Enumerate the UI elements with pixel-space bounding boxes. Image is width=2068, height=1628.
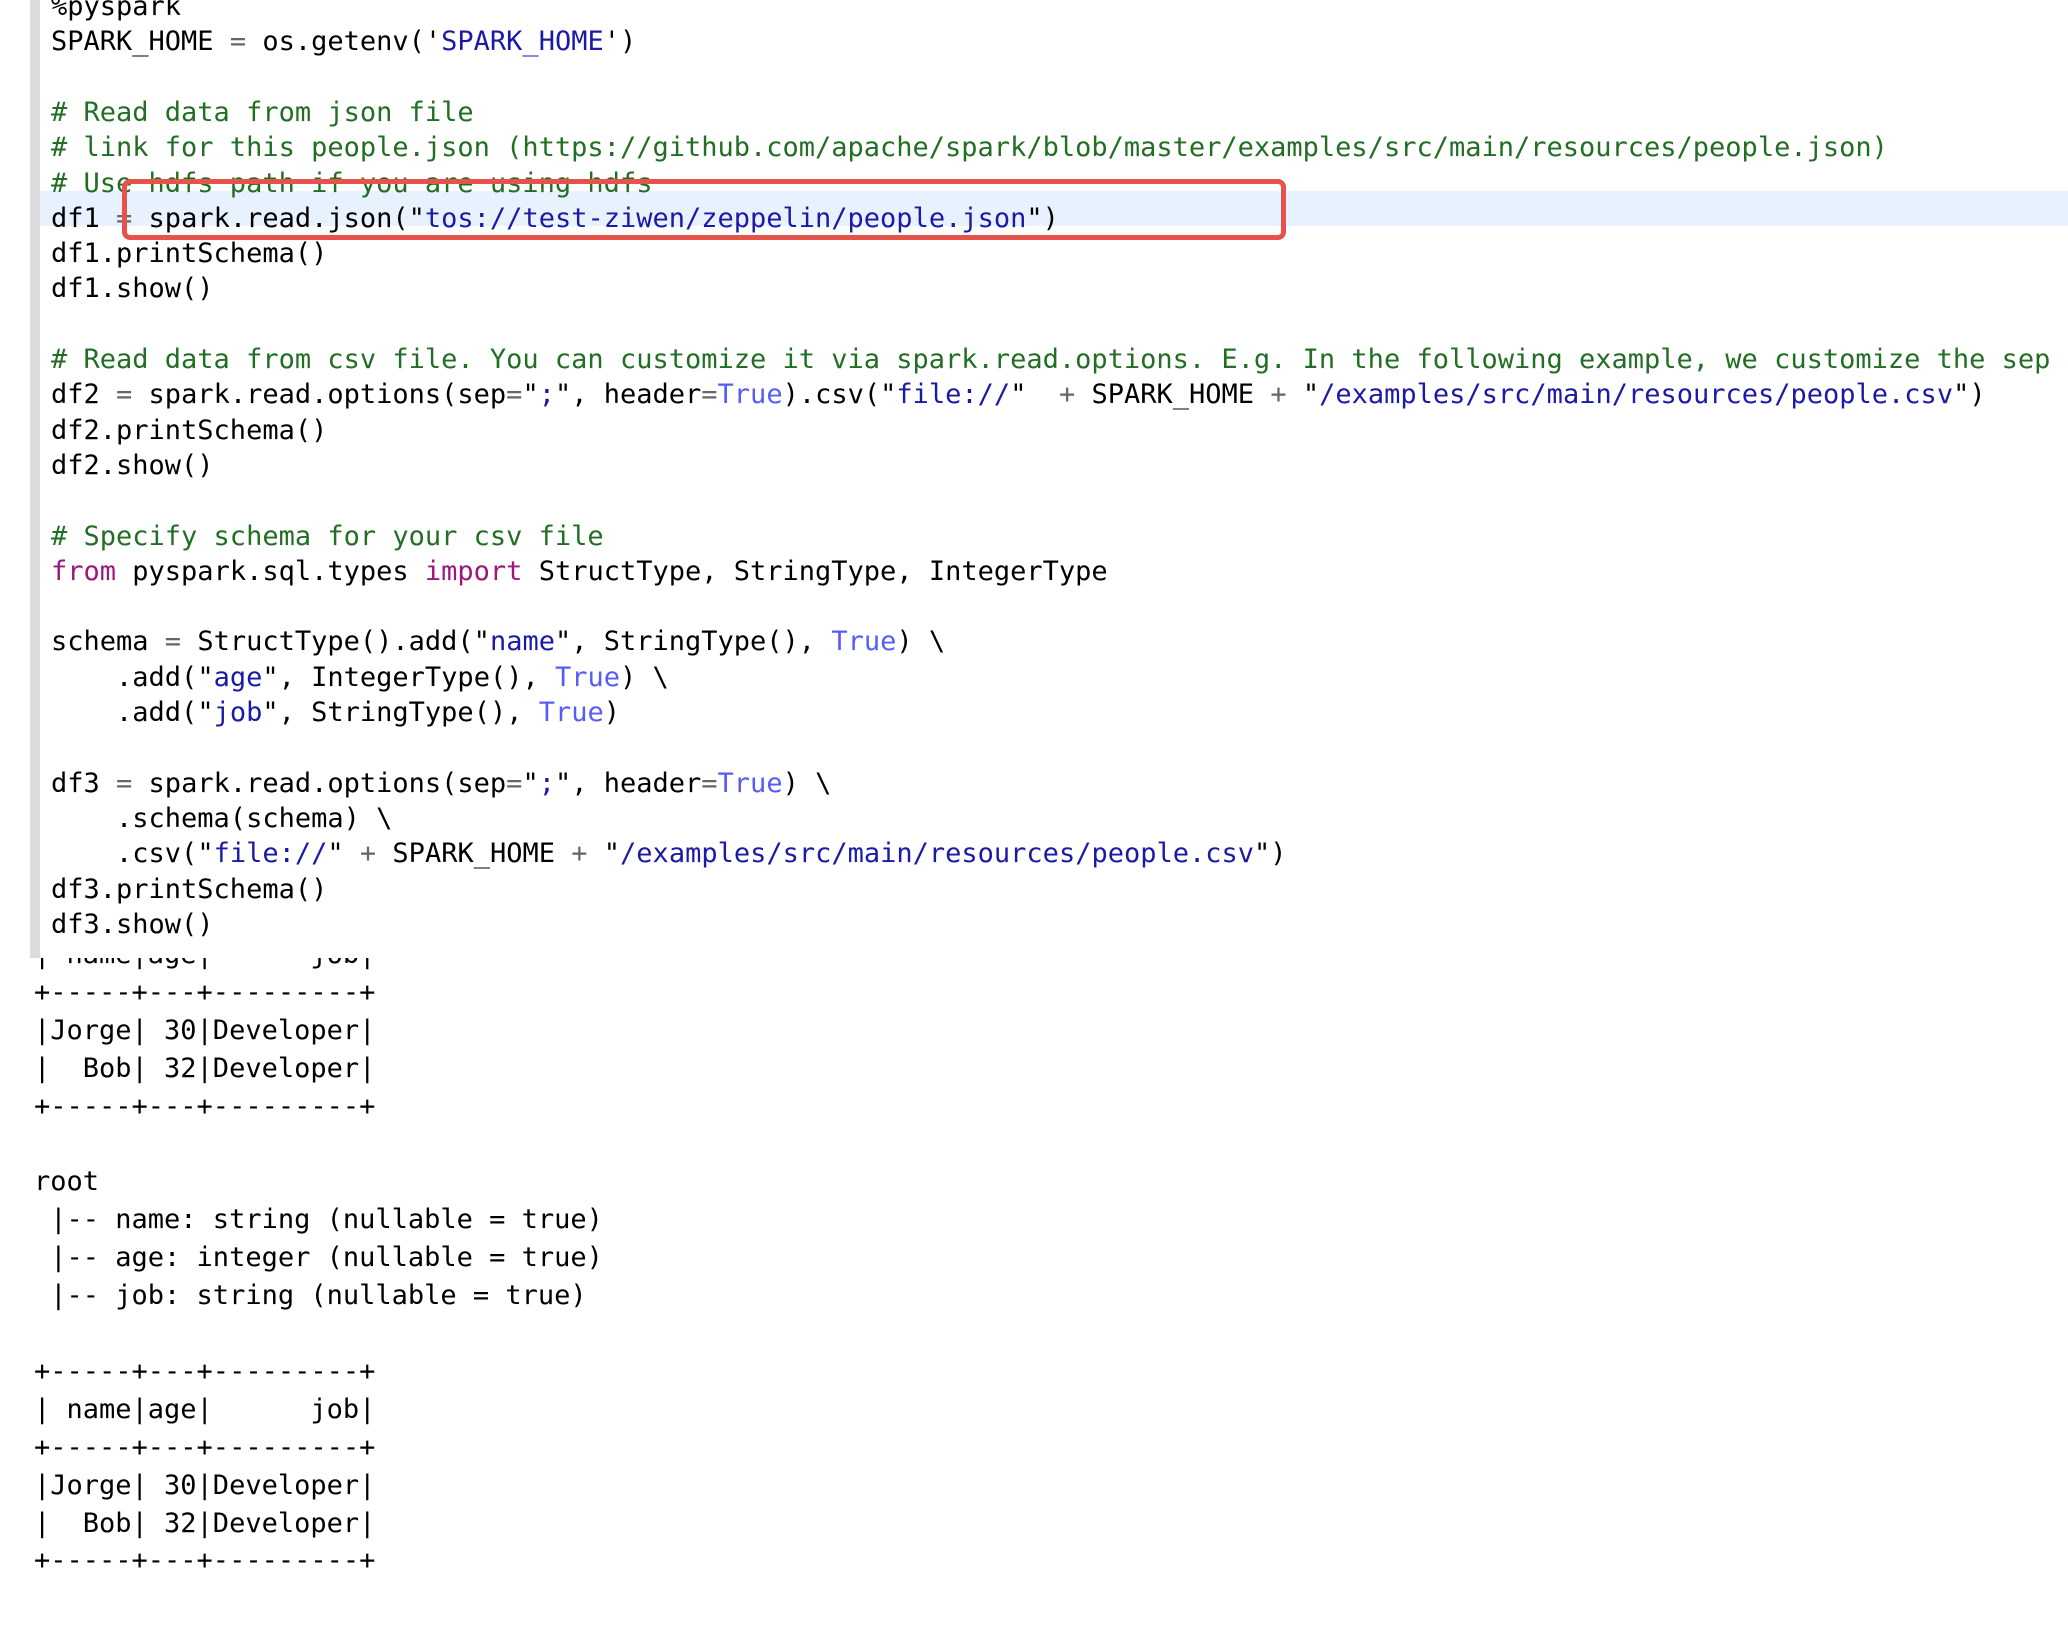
code-line[interactable]: # Read data from csv file. You can custo… [51,342,2068,377]
code-line[interactable]: df3 = spark.read.options(sep=";", header… [51,766,831,801]
code-line[interactable]: # Read data from json file [51,95,474,130]
output-line: |Jorge| 30|Developer| [34,1469,376,1501]
output-line: +-----+---+---------+ [34,976,376,1008]
editor-gutter [30,0,40,958]
code-line[interactable]: df1.printSchema() [51,236,327,271]
code-line[interactable]: .add("age", IntegerType(), True) \ [51,660,669,695]
output-line: |-- job: string (nullable = true) [34,1280,587,1312]
output-line: | Bob| 32|Developer| [34,1052,376,1084]
output-line: | name|age| job| [34,958,375,974]
code-line[interactable]: from pyspark.sql.types import StructType… [51,554,1108,589]
paragraph-output: | name|age| job| +-----+---+---------+ |Jo… [0,958,2068,1628]
output-line: | Bob| 32|Developer| [34,1507,376,1539]
code-line[interactable]: df2.show() [51,448,214,483]
code-line[interactable]: df3.printSchema() [51,872,327,907]
code-line[interactable]: .schema(schema) \ [51,801,392,836]
output-line: +-----+---+---------+ [34,1545,376,1577]
code-line[interactable]: df3.show() [51,907,214,942]
output-line: +-----+---+---------+ [34,1431,376,1463]
output-line: |-- age: integer (nullable = true) [34,1242,603,1274]
output-line: |-- name: string (nullable = true) [34,1204,603,1236]
code-line[interactable]: SPARK_HOME = os.getenv('SPARK_HOME') [51,24,636,59]
code-editor[interactable]: %pyspark SPARK_HOME = os.getenv('SPARK_HO… [0,0,2068,958]
code-line[interactable]: %pyspark [51,0,181,24]
code-line[interactable]: # link for this people.json (https://git… [51,130,1888,165]
code-line[interactable]: # Specify schema for your csv file [51,519,604,554]
output-line: +-----+---+---------+ [34,1090,376,1122]
code-line[interactable]: schema = StructType().add("name", String… [51,624,945,659]
output-line: root [34,1166,100,1198]
code-line[interactable]: .add("job", StringType(), True) [51,695,620,730]
output-line: |Jorge| 30|Developer| [34,1014,376,1046]
code-line[interactable]: df2 = spark.read.options(sep=";", header… [51,377,1986,412]
code-line[interactable]: .csv("file://" + SPARK_HOME + "/examples… [51,836,1287,871]
output-line: +-----+---+---------+ [34,1355,376,1387]
annotation-highlight-box [122,179,1286,240]
output-line: | name|age| job| [34,1393,376,1425]
code-line[interactable]: df2.printSchema() [51,413,327,448]
code-line[interactable]: df1.show() [51,271,214,306]
